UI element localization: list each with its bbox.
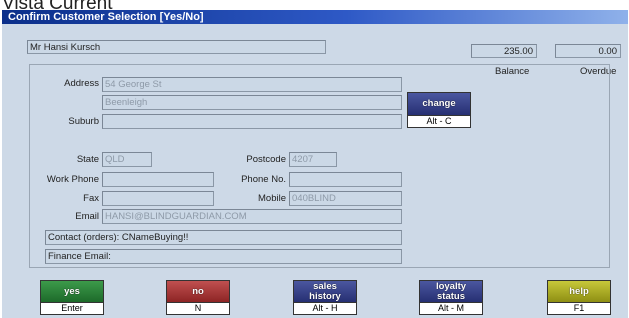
dialog-body: Mr Hansi Kursch 235.00 Balance 0.00 Over… xyxy=(2,24,628,318)
sales-history-shortcut: Alt - H xyxy=(293,302,357,315)
loyalty-status-shortcut: Alt - M xyxy=(419,302,483,315)
change-button-shortcut: Alt - C xyxy=(407,115,471,128)
fax-field[interactable] xyxy=(102,191,214,206)
loyalty-status-label-line2: status xyxy=(437,290,465,302)
finance-email-field: Finance Email: xyxy=(45,249,402,264)
help-button[interactable]: help F1 xyxy=(547,280,611,315)
sales-history-button[interactable]: sales history Alt - H xyxy=(293,280,357,315)
change-button[interactable]: change Alt - C xyxy=(407,92,471,128)
change-button-label: change xyxy=(407,92,471,115)
sales-history-button-face: sales history xyxy=(293,280,357,302)
yes-button-label: yes xyxy=(40,280,104,302)
address-line1-field[interactable]: 54 George St xyxy=(102,77,402,92)
mobile-field[interactable]: 040BLIND xyxy=(289,191,402,206)
fax-label: Fax xyxy=(83,193,99,204)
overdue-value: 0.00 xyxy=(555,44,621,58)
help-button-shortcut: F1 xyxy=(547,302,611,315)
email-field[interactable]: HANSI@BLINDGUARDIAN.COM xyxy=(102,209,402,224)
yes-button-shortcut: Enter xyxy=(40,302,104,315)
sales-history-label-line2: history xyxy=(309,290,341,302)
balance-value: 235.00 xyxy=(471,44,537,58)
address-label: Address xyxy=(64,78,99,89)
phone-no-label: Phone No. xyxy=(241,174,286,185)
no-button-shortcut: N xyxy=(166,302,230,315)
loyalty-status-button[interactable]: loyalty status Alt - M xyxy=(419,280,483,315)
email-label: Email xyxy=(75,211,99,222)
contact-orders-field: Contact (orders): CNameBuying!! xyxy=(45,230,402,245)
no-button[interactable]: no N xyxy=(166,280,230,315)
work-phone-field[interactable] xyxy=(102,172,214,187)
help-button-label: help xyxy=(547,280,611,302)
suburb-field[interactable] xyxy=(102,114,402,129)
state-label: State xyxy=(76,154,99,165)
state-field[interactable]: QLD xyxy=(102,152,152,167)
yes-button[interactable]: yes Enter xyxy=(40,280,104,315)
address-line2-field[interactable]: Beenleigh xyxy=(102,95,402,110)
work-phone-label: Work Phone xyxy=(46,174,99,185)
suburb-label: Suburb xyxy=(68,116,99,127)
postcode-field[interactable]: 4207 xyxy=(289,152,337,167)
loyalty-status-label-line1: loyalty xyxy=(435,280,467,292)
phone-no-field[interactable] xyxy=(289,172,402,187)
no-button-label: no xyxy=(166,280,230,302)
mobile-label: Mobile xyxy=(258,193,286,204)
dialog-title-bar: Confirm Customer Selection [Yes/No] xyxy=(2,10,628,24)
loyalty-status-button-face: loyalty status xyxy=(419,280,483,302)
postcode-label: Postcode xyxy=(246,154,286,165)
sales-history-label-line1: sales xyxy=(313,280,337,292)
customer-name-field: Mr Hansi Kursch xyxy=(27,40,326,54)
